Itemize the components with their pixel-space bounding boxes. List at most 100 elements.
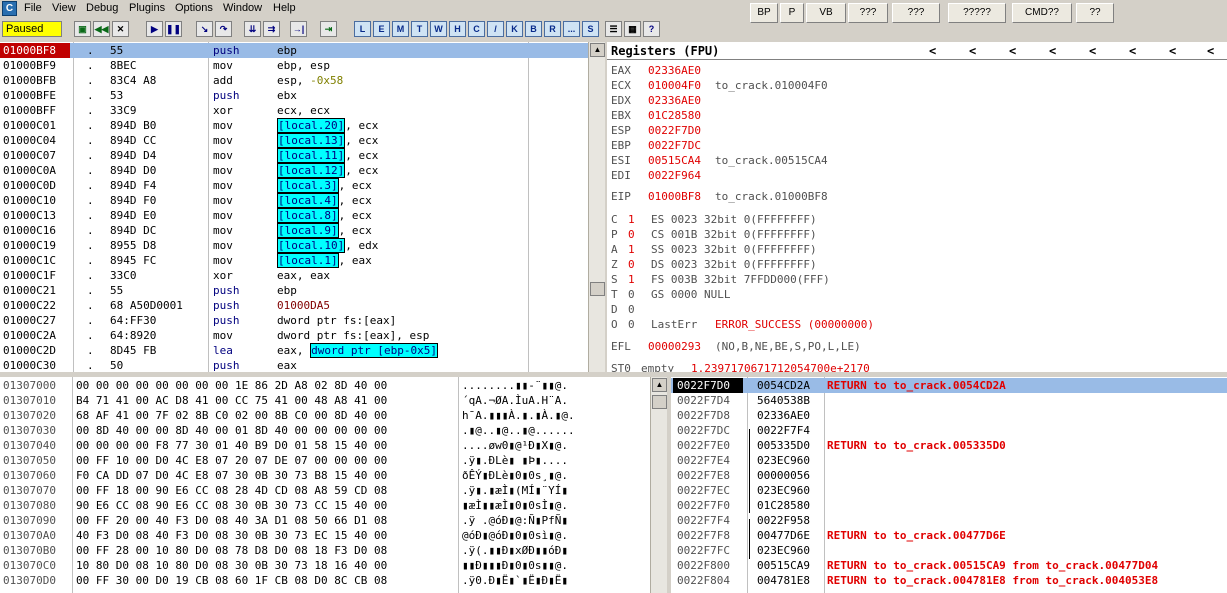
chevron-left-icon[interactable]: < bbox=[1089, 42, 1096, 60]
chevron-left-icon[interactable]: < bbox=[1169, 42, 1176, 60]
open-icon[interactable]: ▣ bbox=[74, 21, 91, 37]
instruction-operands: eax, eax bbox=[277, 268, 330, 283]
scroll-thumb[interactable] bbox=[590, 282, 605, 296]
registers-title-bar[interactable]: Registers (FPU) < < < < < < < < bbox=[607, 42, 1227, 60]
stack-row[interactable]: 0022F7E4 023EC960 bbox=[671, 453, 1227, 468]
unknown-button-2[interactable]: ??? bbox=[892, 3, 940, 23]
stack-row[interactable]: 0022F7D8 02336AE0 bbox=[671, 408, 1227, 423]
restart-icon[interactable]: ◀◀ bbox=[93, 21, 110, 37]
stack-row[interactable]: 0022F800 00515CA9 RETURN to to_crack.00515… bbox=[671, 558, 1227, 573]
registers-pane[interactable]: Registers (FPU) < < < < < < < < EAX 02336… bbox=[607, 42, 1227, 372]
p-button[interactable]: P bbox=[780, 3, 804, 23]
stack-row[interactable]: 0022F7F8 00477D6E RETURN to to_crack.00477… bbox=[671, 528, 1227, 543]
disassembly-pane[interactable]: 01000BF8. 55 push ebp 01000BF9. 8BEC mov ebp, e… bbox=[0, 42, 588, 372]
vb-button[interactable]: VB bbox=[806, 3, 846, 23]
scroll-up-icon[interactable]: ▲ bbox=[652, 378, 667, 392]
stack-pane[interactable]: 0022F7D0 0054CD2A RETURN to to_crack.0054C… bbox=[671, 377, 1227, 593]
chevron-left-icon[interactable]: < bbox=[929, 42, 936, 60]
scroll-up-icon[interactable]: ▲ bbox=[590, 43, 605, 57]
disasm-row[interactable]: 01000C16. 894D DC mov [local.9], ecx bbox=[0, 223, 588, 238]
menu-window[interactable]: Window bbox=[223, 2, 262, 14]
patches-window-button[interactable]: / bbox=[487, 21, 504, 37]
disasm-row[interactable]: 01000C13. 894D E0 mov [local.8], ecx bbox=[0, 208, 588, 223]
disasm-row[interactable]: 01000BF9. 8BEC mov ebp, esp bbox=[0, 58, 588, 73]
pause-icon[interactable]: ❚❚ bbox=[165, 21, 182, 37]
disasm-row[interactable]: 01000C07. 894D D4 mov [local.11], ecx bbox=[0, 148, 588, 163]
stack-row[interactable]: 0022F7FC 023EC960 bbox=[671, 543, 1227, 558]
breakpoints-window-button[interactable]: B bbox=[525, 21, 542, 37]
step-over-icon[interactable]: ↷ bbox=[215, 21, 232, 37]
chevron-left-icon[interactable]: < bbox=[1207, 42, 1214, 60]
disasm-row[interactable]: 01000C01. 894D B0 mov [local.20], ecx bbox=[0, 118, 588, 133]
source-window-button[interactable]: S bbox=[582, 21, 599, 37]
cpu-window-button[interactable]: C bbox=[468, 21, 485, 37]
stack-row[interactable]: 0022F7E8 00000056 bbox=[671, 468, 1227, 483]
threads-window-button[interactable]: T bbox=[411, 21, 428, 37]
hex-dump-pane[interactable]: 01307000 00 00 00 00 00 00 00 00 1E 86 2D… bbox=[0, 377, 650, 593]
trace-into-icon[interactable]: ⇊ bbox=[244, 21, 261, 37]
stack-row[interactable]: 0022F7EC 023EC960 bbox=[671, 483, 1227, 498]
app-icon[interactable]: C bbox=[2, 1, 17, 16]
chevron-left-icon[interactable]: < bbox=[1009, 42, 1016, 60]
disasm-row[interactable]: 01000BFF. 33C9 xor ecx, ecx bbox=[0, 103, 588, 118]
log-window-button[interactable]: L bbox=[354, 21, 371, 37]
help-icon[interactable]: ? bbox=[643, 21, 660, 37]
bp-button[interactable]: BP bbox=[750, 3, 778, 23]
grid-icon[interactable]: ▦ bbox=[624, 21, 641, 37]
menu-view[interactable]: View bbox=[52, 2, 76, 14]
disasm-row[interactable]: 01000C2A. 64:8920 mov dword ptr fs:[eax], e… bbox=[0, 328, 588, 343]
handles-window-button[interactable]: H bbox=[449, 21, 466, 37]
disasm-row[interactable]: 01000C19. 8955 D8 mov [local.10], edx bbox=[0, 238, 588, 253]
disasm-row[interactable]: 01000C30. 50 push eax bbox=[0, 358, 588, 372]
menu-options[interactable]: Options bbox=[175, 2, 213, 14]
disasm-row[interactable]: 01000C21. 55 push ebp bbox=[0, 283, 588, 298]
goto-icon[interactable]: ⇥ bbox=[320, 21, 337, 37]
disasm-row[interactable]: 01000C2D. 8D45 FB lea eax, dword ptr [ebp-0… bbox=[0, 343, 588, 358]
stack-row[interactable]: 0022F7DC 0022F7F4 bbox=[671, 423, 1227, 438]
disasm-row[interactable]: 01000BF8. 55 push ebp bbox=[0, 43, 588, 58]
unknown-button-1[interactable]: ??? bbox=[848, 3, 888, 23]
chevron-left-icon[interactable]: < bbox=[1049, 42, 1056, 60]
disassembly-scrollbar[interactable]: ▲ bbox=[588, 42, 605, 372]
trace-over-icon[interactable]: ⇉ bbox=[263, 21, 280, 37]
chevron-left-icon[interactable]: < bbox=[1129, 42, 1136, 60]
disasm-row[interactable]: 01000C0A. 894D D0 mov [local.12], ecx bbox=[0, 163, 588, 178]
disasm-row[interactable]: 01000BFB. 83C4 A8 add esp, -0x58 bbox=[0, 73, 588, 88]
unknown-button-3[interactable]: ????? bbox=[948, 3, 1006, 23]
run-icon[interactable]: ▶ bbox=[146, 21, 163, 37]
list-icon[interactable]: ☰ bbox=[605, 21, 622, 37]
stack-value: 00515CA9 bbox=[757, 559, 810, 572]
menu-debug[interactable]: Debug bbox=[86, 2, 118, 14]
disasm-row[interactable]: 01000C1C. 8945 FC mov [local.1], eax bbox=[0, 253, 588, 268]
disasm-row[interactable]: 01000C04. 894D CC mov [local.13], ecx bbox=[0, 133, 588, 148]
disasm-row[interactable]: 01000C27. 64:FF30 push dword ptr fs:[eax] bbox=[0, 313, 588, 328]
run-trace-button[interactable]: ... bbox=[563, 21, 580, 37]
close-icon[interactable]: ✕ bbox=[112, 21, 129, 37]
disasm-row[interactable]: 01000C22. 68 A50D0001 push 01000DA5 bbox=[0, 298, 588, 313]
unknown-button-4[interactable]: ?? bbox=[1076, 3, 1114, 23]
stack-row[interactable]: 0022F7E0 005335D0 RETURN to to_crack.00533… bbox=[671, 438, 1227, 453]
references-window-button[interactable]: R bbox=[544, 21, 561, 37]
menu-plugins[interactable]: Plugins bbox=[129, 2, 165, 14]
windows-window-button[interactable]: W bbox=[430, 21, 447, 37]
disasm-row[interactable]: 01000C1F. 33C0 xor eax, eax bbox=[0, 268, 588, 283]
scroll-thumb[interactable] bbox=[652, 395, 667, 409]
menu-help[interactable]: Help bbox=[273, 2, 296, 14]
memory-map-button[interactable]: M bbox=[392, 21, 409, 37]
stack-row[interactable]: 0022F7D4 5640538B bbox=[671, 393, 1227, 408]
step-into-icon[interactable]: ↘ bbox=[196, 21, 213, 37]
stack-row[interactable]: 0022F7D0 0054CD2A RETURN to to_crack.0054C… bbox=[671, 378, 1227, 393]
menu-file[interactable]: File bbox=[24, 2, 42, 14]
stack-row[interactable]: 0022F7F4 0022F958 bbox=[671, 513, 1227, 528]
executables-window-button[interactable]: E bbox=[373, 21, 390, 37]
dump-scrollbar[interactable]: ▲ bbox=[650, 377, 667, 593]
disasm-row[interactable]: 01000C10. 894D F0 mov [local.4], ecx bbox=[0, 193, 588, 208]
disasm-row[interactable]: 01000BFE. 53 push ebx bbox=[0, 88, 588, 103]
stack-row[interactable]: 0022F804 004781E8 RETURN to to_crack.00478… bbox=[671, 573, 1227, 588]
chevron-left-icon[interactable]: < bbox=[969, 42, 976, 60]
call-stack-button[interactable]: K bbox=[506, 21, 523, 37]
disasm-row[interactable]: 01000C0D. 894D F4 mov [local.3], ecx bbox=[0, 178, 588, 193]
stack-row[interactable]: 0022F7F0 01C28580 bbox=[671, 498, 1227, 513]
execute-till-return-icon[interactable]: →| bbox=[290, 21, 307, 37]
cmd-button[interactable]: CMD?? bbox=[1012, 3, 1072, 23]
